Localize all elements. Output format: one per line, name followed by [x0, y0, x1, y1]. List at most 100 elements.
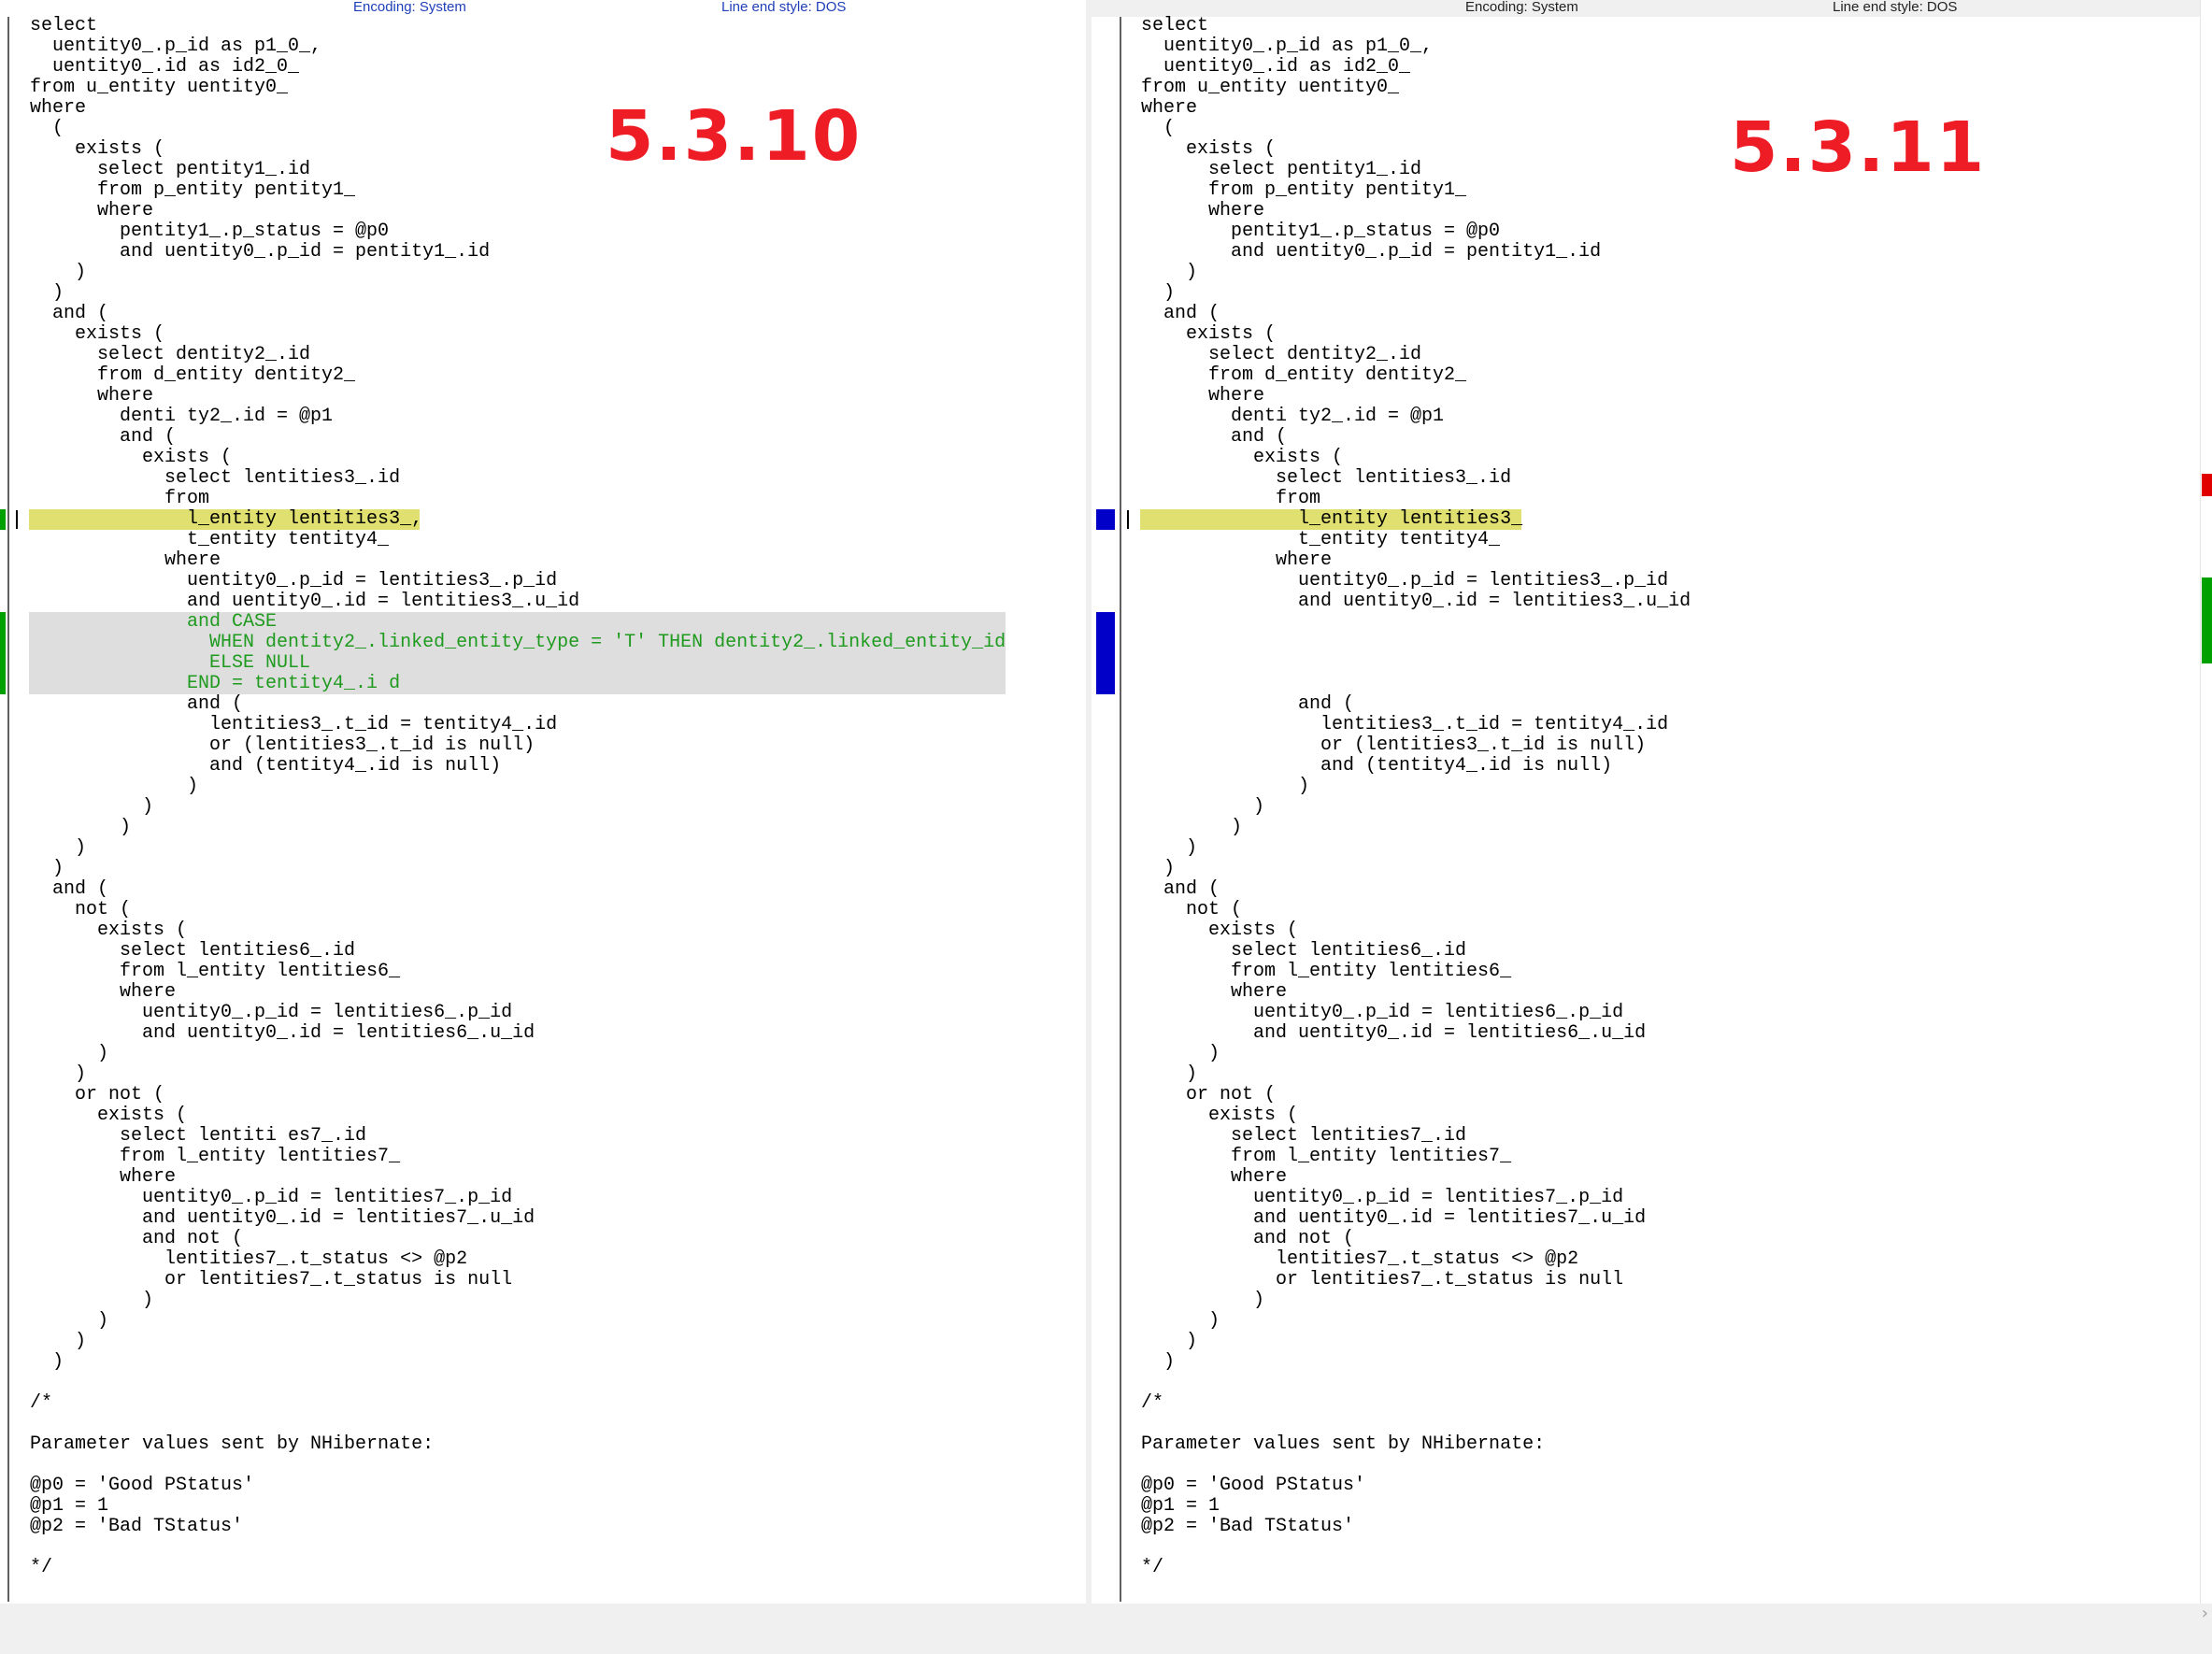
code-line[interactable]: and (: [30, 304, 1006, 324]
code-line[interactable]: and (: [30, 427, 1006, 448]
code-line[interactable]: select pentity1_.id: [1141, 160, 1691, 180]
code-line[interactable]: select lentities3_.id: [1141, 468, 1691, 489]
code-line[interactable]: and uentity0_.id = lentities6_.u_id: [30, 1023, 1006, 1044]
code-line[interactable]: (: [1141, 119, 1691, 139]
code-line[interactable]: from: [1141, 489, 1691, 509]
code-line[interactable]: from l_entity lentities7_: [1141, 1147, 1691, 1167]
left-code-text[interactable]: select uentity0_.p_id as p1_0_, uentity0…: [30, 16, 1006, 1578]
code-line[interactable]: uentity0_.id as id2_0_: [1141, 57, 1691, 78]
code-line[interactable]: /*: [1141, 1393, 1691, 1414]
code-line[interactable]: @p2 = 'Bad TStatus': [30, 1517, 1006, 1537]
code-line[interactable]: ): [30, 838, 1006, 859]
code-line[interactable]: or (lentities3_.t_id is null): [1141, 735, 1691, 756]
code-line[interactable]: and uentity0_.id = lentities3_.u_id: [30, 592, 1006, 612]
code-line[interactable]: denti ty2_.id = @p1: [30, 406, 1006, 427]
overview-block-marker[interactable]: [2202, 577, 2212, 663]
code-line[interactable]: uentity0_.p_id = lentities3_.p_id: [30, 571, 1006, 592]
code-line[interactable]: ): [30, 263, 1006, 283]
code-line[interactable]: where: [1141, 982, 1691, 1003]
chevron-right-icon[interactable]: ›: [2202, 1604, 2208, 1623]
code-line[interactable]: or lentities7_.t_status is null: [1141, 1270, 1691, 1290]
code-line[interactable]: ): [30, 1332, 1006, 1352]
code-line[interactable]: uentity0_.p_id = lentities6_.p_id: [1141, 1003, 1691, 1023]
code-line[interactable]: ): [30, 777, 1006, 797]
code-line[interactable]: exists (: [1141, 920, 1691, 941]
code-line[interactable]: [1141, 1373, 1691, 1393]
code-line[interactable]: ): [1141, 1064, 1691, 1085]
code-line[interactable]: and uentity0_.p_id = pentity1_.id: [30, 242, 1006, 263]
code-line[interactable]: @p0 = 'Good PStatus': [30, 1476, 1006, 1496]
code-line[interactable]: or not (: [30, 1085, 1006, 1105]
code-line[interactable]: from: [30, 489, 1006, 509]
code-line[interactable]: and uentity0_.id = lentities3_.u_id: [1141, 592, 1691, 612]
code-line[interactable]: @p0 = 'Good PStatus': [1141, 1476, 1691, 1496]
code-line[interactable]: from u_entity uentity0_: [1141, 78, 1691, 98]
code-line[interactable]: [1141, 633, 1691, 653]
code-line[interactable]: denti ty2_.id = @p1: [1141, 406, 1691, 427]
code-line[interactable]: END = tentity4_.i d: [30, 674, 1006, 694]
code-line[interactable]: ): [1141, 1332, 1691, 1352]
code-line[interactable]: not (: [30, 900, 1006, 920]
code-line[interactable]: ): [1141, 1044, 1691, 1064]
code-line[interactable]: ): [30, 1311, 1006, 1332]
left-encoding-label[interactable]: Encoding: System: [353, 0, 466, 15]
code-line[interactable]: from l_entity lentities7_: [30, 1147, 1006, 1167]
code-line[interactable]: lentities7_.t_status <> @p2: [1141, 1249, 1691, 1270]
right-code-text[interactable]: select uentity0_.p_id as p1_0_, uentity0…: [1141, 16, 1691, 1578]
code-line[interactable]: select lentities6_.id: [1141, 941, 1691, 962]
code-line[interactable]: [1141, 674, 1691, 694]
code-line[interactable]: [1141, 1414, 1691, 1434]
code-line[interactable]: exists (: [1141, 324, 1691, 345]
code-line[interactable]: Parameter values sent by NHibernate:: [30, 1434, 1006, 1455]
code-line[interactable]: [30, 1455, 1006, 1476]
right-line-end-label[interactable]: Line end style: DOS: [1833, 0, 1957, 15]
code-line[interactable]: and uentity0_.id = lentities6_.u_id: [1141, 1023, 1691, 1044]
code-line[interactable]: where: [30, 982, 1006, 1003]
code-line[interactable]: */: [30, 1558, 1006, 1578]
overview-change-marker[interactable]: [2202, 474, 2212, 496]
code-line[interactable]: select: [1141, 16, 1691, 36]
code-line[interactable]: ): [30, 818, 1006, 838]
code-line[interactable]: and (: [30, 694, 1006, 715]
code-line[interactable]: lentities3_.t_id = tentity4_.id: [1141, 715, 1691, 735]
code-line[interactable]: where: [30, 201, 1006, 221]
code-line[interactable]: @p1 = 1: [1141, 1496, 1691, 1517]
code-line[interactable]: lentities3_.t_id = tentity4_.id: [30, 715, 1006, 735]
code-line[interactable]: and (: [1141, 304, 1691, 324]
code-line[interactable]: from p_entity pentity1_: [1141, 180, 1691, 201]
code-line[interactable]: and not (: [1141, 1229, 1691, 1249]
code-line[interactable]: ): [30, 859, 1006, 879]
code-line[interactable]: ): [1141, 777, 1691, 797]
code-line[interactable]: l_entity lentities3_,: [30, 509, 1006, 530]
code-line[interactable]: exists (: [1141, 139, 1691, 160]
code-line[interactable]: and uentity0_.id = lentities7_.u_id: [30, 1208, 1006, 1229]
code-line[interactable]: [30, 1373, 1006, 1393]
code-line[interactable]: and (: [1141, 427, 1691, 448]
code-line[interactable]: ): [1141, 818, 1691, 838]
code-line[interactable]: uentity0_.p_id = lentities6_.p_id: [30, 1003, 1006, 1023]
code-line[interactable]: ): [30, 1290, 1006, 1311]
code-line[interactable]: ): [1141, 283, 1691, 304]
code-line[interactable]: uentity0_.id as id2_0_: [30, 57, 1006, 78]
code-line[interactable]: uentity0_.p_id = lentities7_.p_id: [30, 1188, 1006, 1208]
code-line[interactable]: uentity0_.p_id as p1_0_,: [30, 36, 1006, 57]
code-line[interactable]: from p_entity pentity1_: [30, 180, 1006, 201]
code-line[interactable]: ): [1141, 1290, 1691, 1311]
code-line[interactable]: [1141, 612, 1691, 633]
code-line[interactable]: uentity0_.p_id as p1_0_,: [1141, 36, 1691, 57]
code-line[interactable]: where: [1141, 1167, 1691, 1188]
code-line[interactable]: not (: [1141, 900, 1691, 920]
code-line[interactable]: pentity1_.p_status = @p0: [30, 221, 1006, 242]
code-line[interactable]: exists (: [30, 1105, 1006, 1126]
code-line[interactable]: l_entity lentities3_: [1141, 509, 1691, 530]
code-line[interactable]: ): [30, 283, 1006, 304]
code-line[interactable]: and (: [1141, 694, 1691, 715]
code-line[interactable]: from l_entity lentities6_: [30, 962, 1006, 982]
code-line[interactable]: ELSE NULL: [30, 653, 1006, 674]
code-line[interactable]: exists (: [30, 920, 1006, 941]
code-line[interactable]: t_entity tentity4_: [1141, 530, 1691, 550]
code-line[interactable]: WHEN dentity2_.linked_entity_type = 'T' …: [30, 633, 1006, 653]
code-line[interactable]: where: [1141, 386, 1691, 406]
left-editor-pane[interactable]: Encoding: System Line end style: DOS sel…: [0, 0, 1086, 1604]
code-line[interactable]: exists (: [1141, 1105, 1691, 1126]
